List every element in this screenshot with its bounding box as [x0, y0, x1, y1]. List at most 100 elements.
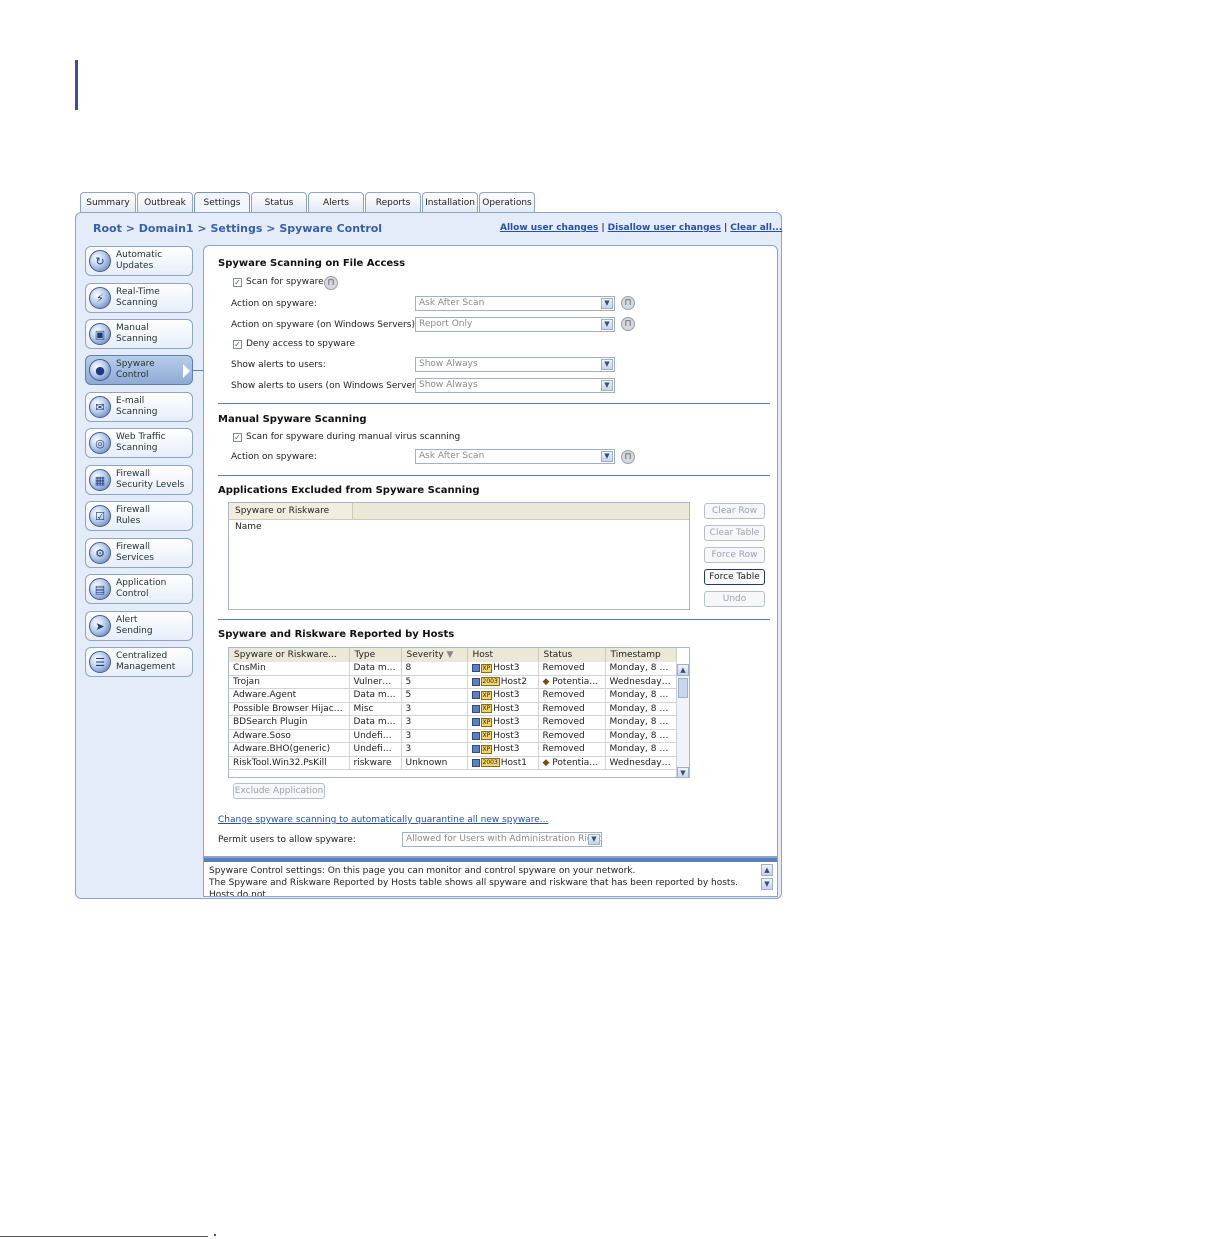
nav-firewall-security-levels[interactable]: ▦ Firewall Security Levels: [85, 465, 193, 495]
disallow-user-changes-link[interactable]: Disallow user changes: [608, 223, 721, 233]
table-row[interactable]: Adware.Agent Data miner 5 XP Host3 Removed Mon…: [229, 688, 677, 703]
nav-web-traffic-scanning[interactable]: ◎ Web Traffic Scanning: [85, 428, 193, 458]
exclude-application-button[interactable]: Exclude Application: [233, 783, 325, 799]
manual-action-dropdown[interactable]: Ask After Scan ▼: [415, 449, 615, 464]
breadcrumb-settings[interactable]: Settings: [210, 222, 262, 235]
tab-settings[interactable]: Settings: [194, 192, 250, 212]
excluded-column-header[interactable]: Spyware or Riskware Name: [229, 503, 353, 532]
cell-severity: 3: [401, 729, 468, 743]
help-scroll-down-icon[interactable]: ▼: [761, 878, 773, 890]
show-alerts-servers-label: Show alerts to users (on Windows Servers…: [231, 381, 427, 391]
tab-alerts[interactable]: Alerts: [308, 192, 364, 212]
tab-reports[interactable]: Reports: [365, 192, 421, 212]
computer-icon: [471, 677, 480, 686]
column-header-timestamp[interactable]: Timestamp: [605, 648, 677, 662]
undo-button[interactable]: Undo: [704, 591, 765, 607]
quarantine-link[interactable]: Change spyware scanning to automatically…: [218, 815, 548, 825]
force-row-button[interactable]: Force Row: [704, 547, 765, 563]
permit-dropdown[interactable]: Allowed for Users with Administration Ri…: [402, 832, 602, 847]
tab-installation[interactable]: Installation: [422, 192, 478, 212]
tab-status[interactable]: Status: [251, 192, 307, 212]
clear-all-link[interactable]: Clear all...: [730, 223, 782, 233]
table-row[interactable]: CnsMin Data miner 8 XP Host3 Removed Monday, 8…: [229, 662, 677, 676]
os-badge: XP: [480, 663, 493, 673]
scan-for-spyware-checkbox[interactable]: ✓: [233, 278, 242, 287]
application-icon: ▤: [89, 578, 111, 600]
cell-type: Data miner: [349, 688, 402, 703]
selected-arrow-icon: [183, 364, 190, 378]
nav-real-time-scanning[interactable]: ⚡ Real-Time Scanning: [85, 283, 193, 313]
table-row[interactable]: Trojan Vulnerab... 5 2003 Host2 ◆ Potentiall.…: [229, 675, 677, 689]
excluded-table[interactable]: Spyware or Riskware Name: [228, 502, 690, 610]
scroll-up-icon[interactable]: ▲: [677, 664, 689, 676]
nav-spyware-control[interactable]: ● Spyware Control: [85, 355, 193, 385]
table-row[interactable]: BDSearch Plugin Data miner 3 XP Host3 Removed…: [229, 715, 677, 730]
cell-host: XP Host3: [467, 662, 539, 676]
cell-host: XP Host3: [467, 702, 539, 716]
action-servers-dropdown[interactable]: Report Only ▼: [415, 317, 615, 332]
cell-status: Removed: [538, 715, 606, 730]
show-alerts-dropdown[interactable]: Show Always ▼: [415, 357, 615, 372]
warning-icon: ◆: [542, 757, 550, 768]
nav-firewall-services[interactable]: ⚙ Firewall Services: [85, 538, 193, 568]
scroll-thumb[interactable]: [678, 678, 688, 698]
breadcrumb-domain[interactable]: Domain1: [139, 222, 194, 235]
action-dropdown[interactable]: Ask After Scan ▼: [415, 296, 615, 311]
allow-user-changes-link[interactable]: Allow user changes: [500, 223, 598, 233]
nav-manual-scanning[interactable]: ▣ Manual Scanning: [85, 319, 193, 349]
lock-icon[interactable]: ⊓: [324, 276, 338, 290]
reported-table-box[interactable]: Spyware or Riskware... Type Severity ▼ H…: [228, 647, 690, 778]
firewall-rules-icon: ☑: [89, 505, 111, 527]
force-table-button[interactable]: Force Table: [704, 569, 765, 585]
permit-label: Permit users to allow spyware:: [218, 835, 356, 845]
nav-automatic-updates[interactable]: ↻ Automatic Updates: [85, 246, 193, 276]
nav-email-scanning[interactable]: ✉ E-mail Scanning: [85, 392, 193, 422]
manual-scan-checkbox[interactable]: ✓: [233, 433, 242, 442]
cell-host: 2003 Host1: [467, 756, 539, 770]
computer-icon: [471, 745, 480, 754]
warning-icon: ◆: [542, 676, 550, 687]
cell-name: Possible Browser Hijack a...: [229, 702, 350, 716]
lock-icon[interactable]: ⊓: [621, 296, 635, 310]
manual-action-label: Action on spyware:: [231, 452, 317, 462]
column-header-host[interactable]: Host: [467, 648, 539, 662]
lock-icon[interactable]: ⊓: [621, 450, 635, 464]
help-scroll-up-icon[interactable]: ▲: [761, 864, 773, 876]
spyware-icon: ●: [89, 359, 111, 381]
column-header-name[interactable]: Spyware or Riskware...: [229, 648, 350, 662]
column-header-type[interactable]: Type: [349, 648, 402, 662]
table-row[interactable]: Adware.Soso Undefined 3 XP Host3 Removed Monda…: [229, 729, 677, 743]
lock-icon[interactable]: ⊓: [621, 317, 635, 331]
table-scrollbar[interactable]: ▲ ▼: [676, 664, 689, 777]
breadcrumb-root[interactable]: Root: [93, 222, 122, 235]
nav-centralized-management[interactable]: ☰ Centralized Management: [85, 647, 193, 677]
tab-operations[interactable]: Operations: [479, 192, 535, 212]
column-header-status[interactable]: Status: [538, 648, 606, 662]
reported-table: Spyware or Riskware... Type Severity ▼ H…: [229, 648, 677, 770]
show-alerts-servers-dropdown[interactable]: Show Always ▼: [415, 378, 615, 393]
table-row[interactable]: Adware.BHO(generic) Undefined 3 XP Host3 Remo…: [229, 742, 677, 757]
deny-access-checkbox[interactable]: ✓: [233, 340, 242, 349]
computer-icon: [471, 664, 480, 673]
realtime-scan-icon: ⚡: [89, 287, 111, 309]
tab-outbreak[interactable]: Outbreak: [137, 192, 193, 212]
policy-links: Allow user changes | Disallow user changes…: [500, 223, 783, 233]
nav-firewall-rules[interactable]: ☑ Firewall Rules: [85, 501, 193, 531]
scroll-down-icon[interactable]: ▼: [677, 767, 689, 777]
deny-access-label: Deny access to spyware: [246, 339, 356, 349]
clear-row-button[interactable]: Clear Row: [704, 503, 765, 519]
cell-host: XP Host3: [467, 742, 539, 757]
centralized-icon: ☰: [89, 651, 111, 673]
cell-status: Removed: [538, 688, 606, 703]
nav-application-control[interactable]: ▤ Application Control: [85, 574, 193, 604]
table-row[interactable]: RiskTool.Win32.PsKill riskware Unknown 2003…: [229, 756, 677, 770]
nav-alert-sending[interactable]: ➤ Alert Sending: [85, 611, 193, 641]
column-header-severity[interactable]: Severity ▼: [401, 648, 468, 662]
table-row[interactable]: Possible Browser Hijack a... Misc 3 XP Host3…: [229, 702, 677, 716]
breadcrumb-current: Spyware Control: [279, 222, 383, 235]
computer-icon: [471, 731, 480, 740]
tab-summary[interactable]: Summary: [80, 192, 136, 212]
clear-table-button[interactable]: Clear Table: [704, 525, 765, 541]
cell-status: ◆ Potentiall...: [538, 675, 606, 689]
chevron-down-icon: ▼: [601, 359, 613, 370]
